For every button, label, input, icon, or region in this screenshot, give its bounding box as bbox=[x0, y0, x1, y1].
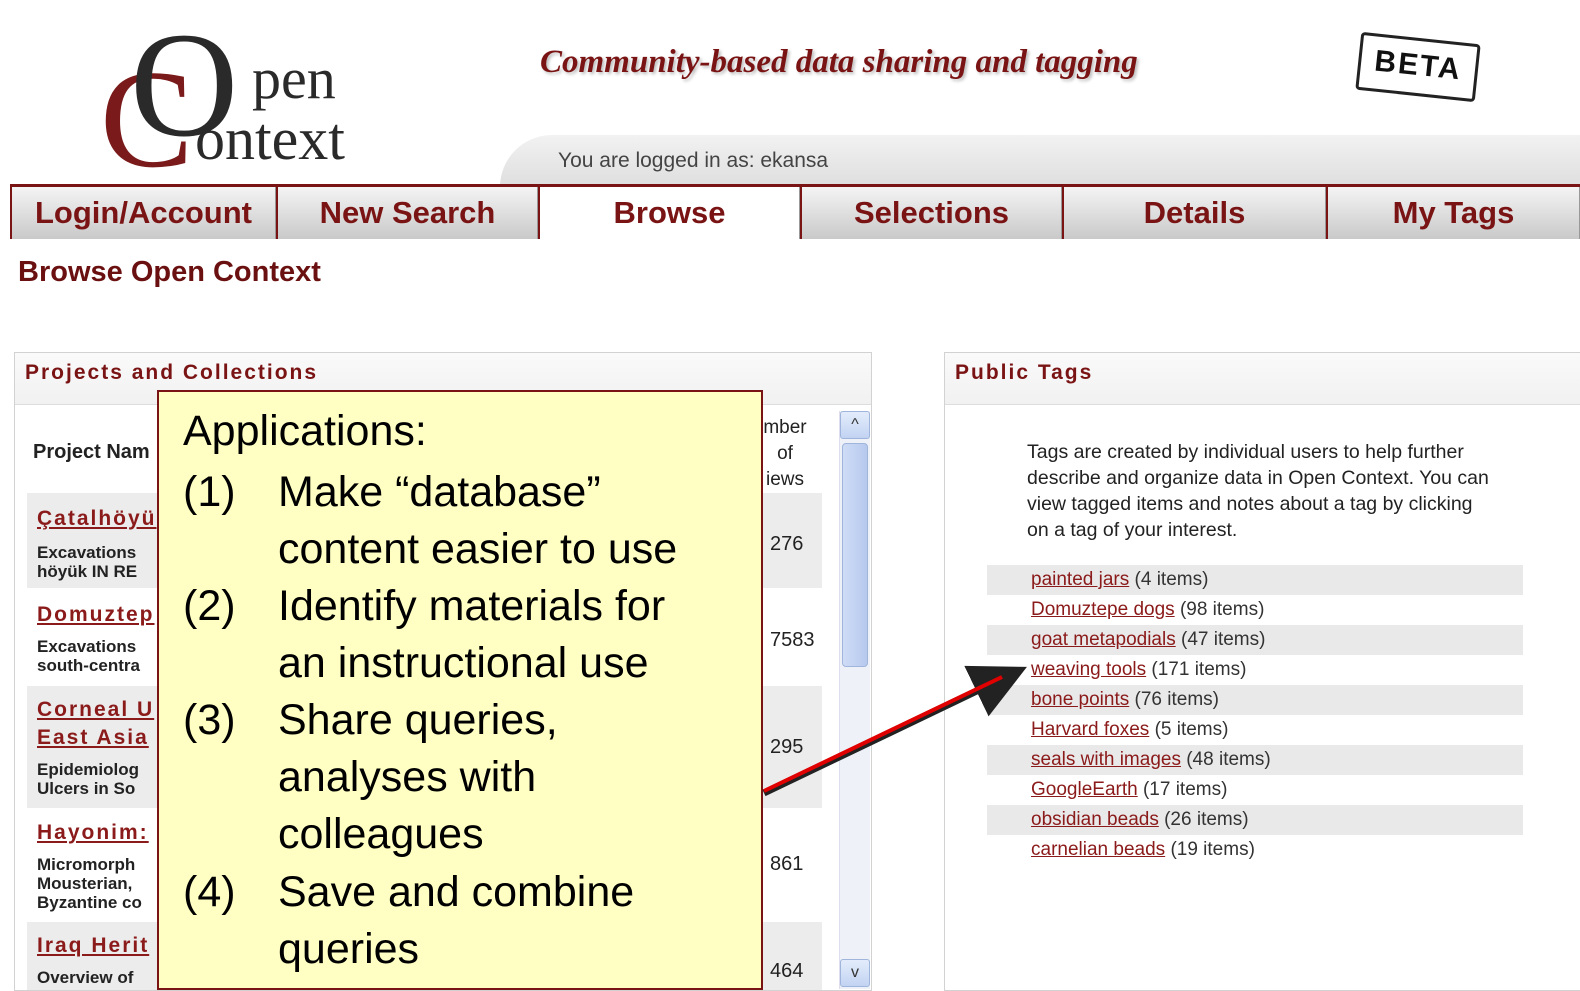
callout-item-number: (3) bbox=[183, 696, 236, 744]
callout-item-text: Make “database” content easier to use bbox=[278, 464, 748, 578]
callout-item-text: Identify materials for an instructional u… bbox=[278, 578, 748, 692]
callout-item-number: (1) bbox=[183, 468, 236, 516]
callout-item-number: (2) bbox=[183, 582, 236, 630]
callout-line: colleagues bbox=[278, 810, 484, 858]
callout-item: (4) Save and combine queries bbox=[183, 864, 748, 978]
callout-item-text: Save and combine queries bbox=[278, 864, 748, 978]
callout-line: Make “database” bbox=[278, 468, 601, 516]
callout-line: Identify materials for bbox=[278, 582, 666, 630]
applications-callout: Applications: (1) Make “database” content … bbox=[157, 390, 763, 990]
callout-line: Share queries, bbox=[278, 696, 558, 744]
callout-line: analyses with bbox=[278, 753, 537, 801]
callout-item: (3) Share queries, analyses with colleagues bbox=[183, 692, 748, 863]
callout-line: queries bbox=[278, 925, 420, 973]
callout-item-number: (4) bbox=[183, 868, 236, 916]
callout-item: (1) Make “database” content easier to use bbox=[183, 464, 748, 578]
callout-item-text: Share queries, analyses with colleagues bbox=[278, 692, 748, 863]
callout-line: content easier to use bbox=[278, 525, 678, 573]
callout-title: Applications: bbox=[183, 407, 427, 455]
callout-line: Save and combine bbox=[278, 868, 635, 916]
callout-item: (2) Identify materials for an instructiona… bbox=[183, 578, 748, 692]
callout-line: an instructional use bbox=[278, 639, 649, 687]
